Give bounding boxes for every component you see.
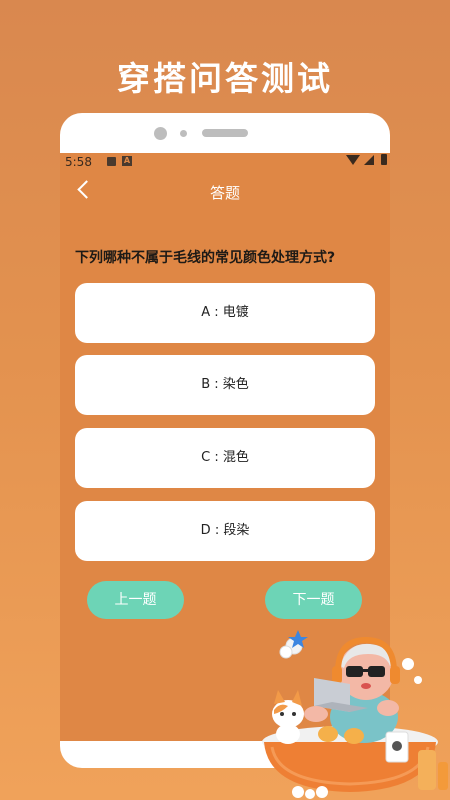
status-bar: 5:58 A (60, 153, 390, 173)
option-b[interactable]: B : 染色 (75, 355, 375, 415)
banner-title: 穿搭问答测试 (117, 59, 333, 98)
wifi-icon (346, 155, 360, 165)
question-text: 下列哪种不属于毛线的常见颜色处理方式? (75, 250, 336, 266)
mascot-illustration (262, 630, 448, 799)
prev-question-button[interactable]: 上一题 (87, 581, 184, 619)
signal-icon (364, 155, 374, 165)
nav-bar: 答题 (60, 173, 390, 209)
page-title: 答题 (209, 184, 240, 202)
speaker-icon (202, 129, 248, 137)
camera-icon (154, 127, 167, 140)
phone-top-bezel (60, 113, 390, 153)
next-question-button[interactable]: 下一题 (265, 581, 362, 619)
text-notification-icon: A (122, 156, 132, 166)
option-d[interactable]: D : 段染 (75, 501, 375, 561)
status-time: 5:58 (65, 155, 92, 169)
battery-icon (381, 154, 387, 165)
image-notification-icon (107, 157, 116, 166)
option-c[interactable]: C : 混色 (75, 428, 375, 488)
option-a[interactable]: A : 电镀 (75, 283, 375, 343)
sensor-icon (180, 130, 187, 137)
